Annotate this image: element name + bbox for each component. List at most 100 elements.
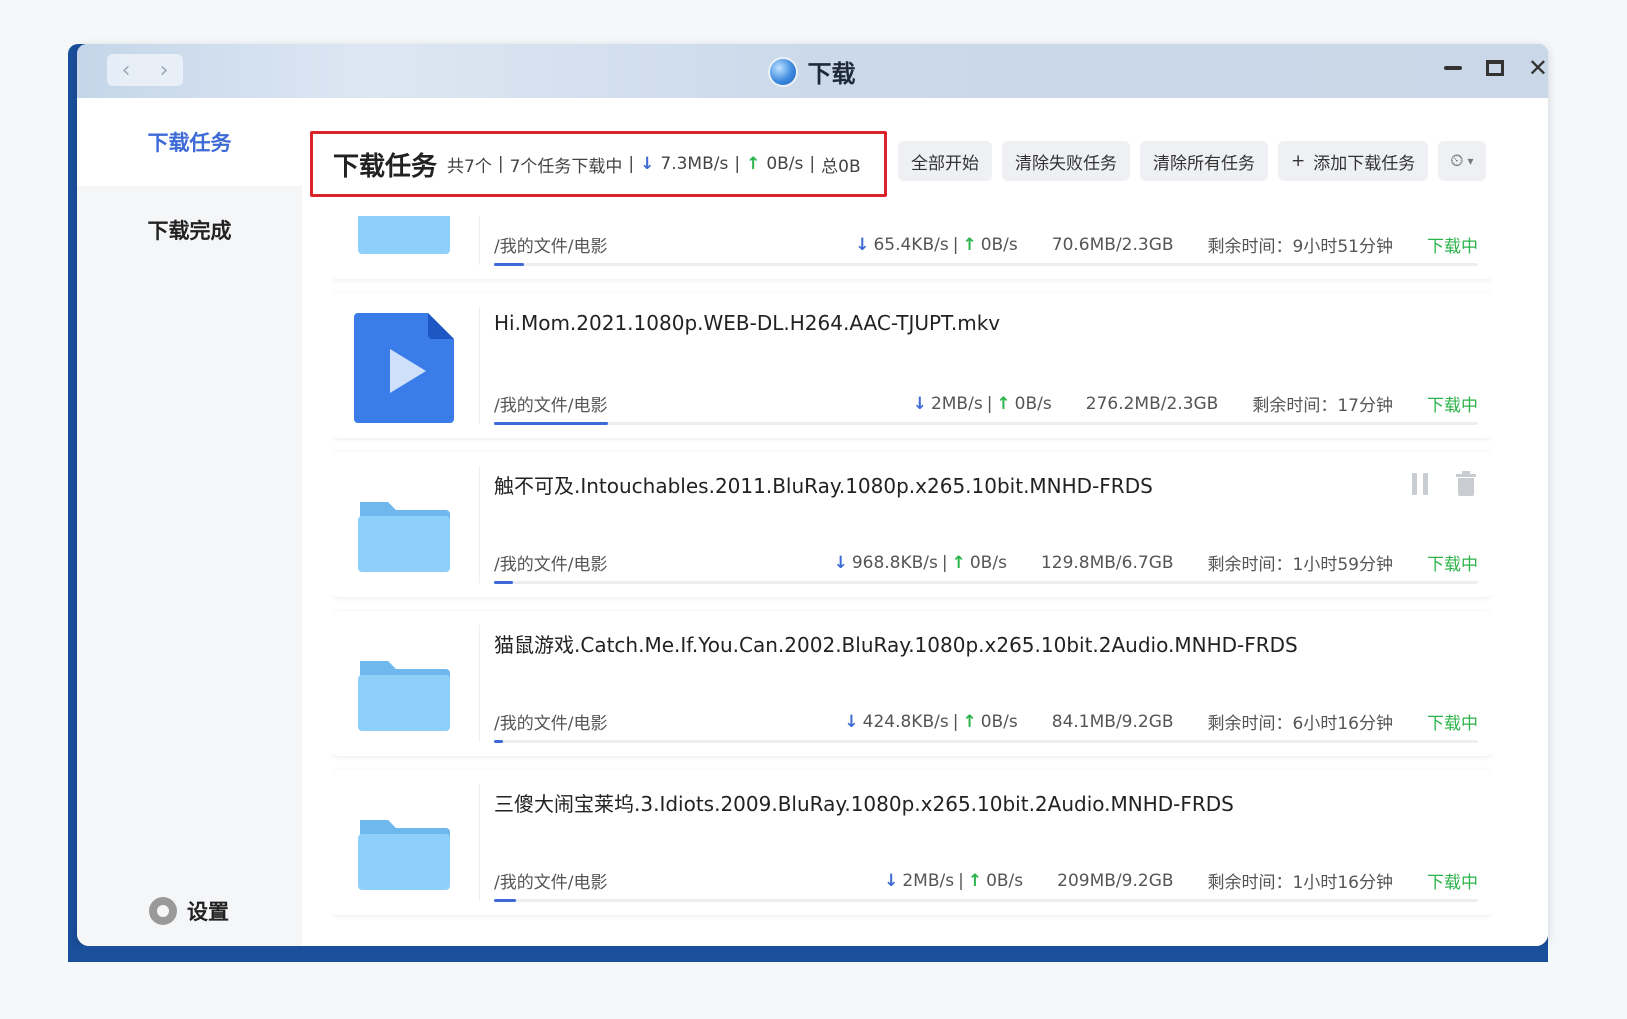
file-path: /我的文件/电影 <box>494 391 607 416</box>
up-arrow-icon: ↑ <box>962 712 976 732</box>
upload-speed: 0B/s <box>981 235 1018 255</box>
sidebar-item-label: 下载任务 <box>148 127 232 157</box>
separator: | <box>809 154 815 174</box>
up-arrow-icon: ↑ <box>968 871 982 891</box>
sidebar-item-download-tasks[interactable]: 下载任务 <box>77 98 302 186</box>
status-badge: 下载中 <box>1427 232 1478 257</box>
header-summary: 下载任务 共7个 | 7个任务下载中 | ↓7.3MB/s | ↑0B/s | … <box>310 131 887 197</box>
close-icon[interactable]: ✕ <box>1528 56 1548 80</box>
file-size: 209MB/9.2GB <box>1057 871 1173 891</box>
progress-track <box>494 740 1478 743</box>
task-item[interactable]: Hi.Mom.2021.1080p.WEB-DL.H264.AAC-TJUPT.… <box>332 293 1492 438</box>
globe-icon <box>770 59 796 85</box>
task-list: /我的文件/电影 ↓ 65.4KB/s | ↑ 0B/s 70.6MB/2.3G… <box>332 216 1492 946</box>
task-meta: ↓ 968.8KB/s | ↑ 0B/s 129.8MB/6.7GB 剩余时间：… <box>834 550 1478 575</box>
divider <box>479 625 480 742</box>
divider <box>479 216 480 265</box>
separator: | <box>953 712 959 732</box>
minimize-icon[interactable] <box>1444 66 1462 70</box>
task-meta: ↓ 424.8KB/s | ↑ 0B/s 84.1MB/9.2GB 剩余时间：6… <box>844 709 1478 734</box>
time-remaining: 剩余时间：9小时51分钟 <box>1208 232 1393 257</box>
down-arrow-icon: ↓ <box>844 712 858 732</box>
sidebar-item-download-complete[interactable]: 下载完成 <box>77 186 302 274</box>
task-speed: ↓ 2MB/s | ↑ 0B/s <box>913 394 1052 414</box>
plus-icon: + <box>1291 151 1305 171</box>
settings-label: 设置 <box>187 896 229 926</box>
upload-speed: 0B/s <box>970 553 1007 573</box>
total-down-speed: 7.3MB/s <box>660 154 728 174</box>
total-size: 总0B <box>821 152 860 177</box>
task-item[interactable]: /我的文件/电影 ↓ 65.4KB/s | ↑ 0B/s 70.6MB/2.3G… <box>332 216 1492 279</box>
taskbar-strip <box>68 946 1548 962</box>
folder-icon <box>354 790 454 900</box>
file-name: Hi.Mom.2021.1080p.WEB-DL.H264.AAC-TJUPT.… <box>494 311 1000 335</box>
downloading-count: 7个任务下载中 <box>510 152 623 177</box>
time-remaining: 剩余时间：6小时16分钟 <box>1208 709 1393 734</box>
clear-failed-button[interactable]: 清除失败任务 <box>1002 141 1130 181</box>
up-arrow-icon: ↑ <box>746 154 760 174</box>
pause-icon[interactable] <box>1412 473 1428 495</box>
file-size: 276.2MB/2.3GB <box>1086 394 1219 414</box>
chevron-down-icon: ▾ <box>1468 154 1474 168</box>
upload-speed: 0B/s <box>986 871 1023 891</box>
up-arrow-icon: ↑ <box>996 394 1010 414</box>
task-speed: ↓ 968.8KB/s | ↑ 0B/s <box>834 553 1007 573</box>
total-up-speed: 0B/s <box>766 154 803 174</box>
total-count: 共7个 <box>447 152 492 177</box>
add-task-label: 添加下载任务 <box>1313 149 1415 174</box>
up-arrow-icon: ↑ <box>962 235 976 255</box>
schedule-dropdown[interactable]: ⏲ ▾ <box>1438 141 1485 181</box>
time-remaining: 剩余时间：1小时59分钟 <box>1208 550 1393 575</box>
maximize-icon[interactable] <box>1486 60 1504 76</box>
down-arrow-icon: ↓ <box>855 235 869 255</box>
folder-icon <box>354 472 454 582</box>
separator: | <box>942 553 948 573</box>
divider <box>479 466 480 583</box>
file-size: 84.1MB/9.2GB <box>1052 712 1174 732</box>
task-item[interactable]: 触不可及.Intouchables.2011.BluRay.1080p.x265… <box>332 452 1492 597</box>
download-speed: 2MB/s <box>931 394 983 414</box>
task-speed: ↓ 2MB/s | ↑ 0B/s <box>884 871 1023 891</box>
window-controls: ✕ <box>1444 56 1548 80</box>
folder-icon <box>354 216 454 264</box>
status-badge: 下载中 <box>1427 709 1478 734</box>
start-all-button[interactable]: 全部开始 <box>898 141 992 181</box>
status-badge: 下载中 <box>1427 868 1478 893</box>
upload-speed: 0B/s <box>981 712 1018 732</box>
progress-fill <box>494 740 503 743</box>
progress-fill <box>494 263 524 266</box>
status-badge: 下载中 <box>1427 550 1478 575</box>
sidebar: 下载任务 下载完成 设置 <box>77 98 302 946</box>
file-path: /我的文件/电影 <box>494 550 607 575</box>
separator: | <box>953 235 959 255</box>
task-meta: ↓ 65.4KB/s | ↑ 0B/s 70.6MB/2.3GB 剩余时间：9小… <box>855 232 1478 257</box>
gear-icon <box>149 897 177 925</box>
download-speed: 65.4KB/s <box>873 235 948 255</box>
trash-icon[interactable] <box>1456 472 1476 496</box>
down-arrow-icon: ↓ <box>834 553 848 573</box>
file-name: 三傻大闹宝莱坞.3.Idiots.2009.BluRay.1080p.x265.… <box>494 788 1234 817</box>
time-remaining: 剩余时间：17分钟 <box>1252 391 1393 416</box>
divider <box>479 784 480 901</box>
progress-track <box>494 581 1478 584</box>
page-title: 下载任务 <box>333 146 437 183</box>
clear-all-button[interactable]: 清除所有任务 <box>1140 141 1268 181</box>
folder-icon <box>354 631 454 741</box>
file-path: /我的文件/电影 <box>494 709 607 734</box>
down-arrow-icon: ↓ <box>913 394 927 414</box>
header-stats: 共7个 | 7个任务下载中 | ↓7.3MB/s | ↑0B/s | 总0B <box>447 152 861 177</box>
task-item[interactable]: 三傻大闹宝莱坞.3.Idiots.2009.BluRay.1080p.x265.… <box>332 770 1492 915</box>
task-meta: ↓ 2MB/s | ↑ 0B/s 276.2MB/2.3GB 剩余时间：17分钟… <box>913 391 1478 416</box>
upload-speed: 0B/s <box>1015 394 1052 414</box>
download-speed: 424.8KB/s <box>863 712 949 732</box>
file-name: 触不可及.Intouchables.2011.BluRay.1080p.x265… <box>494 470 1153 499</box>
task-speed: ↓ 424.8KB/s | ↑ 0B/s <box>844 712 1017 732</box>
settings-button[interactable]: 设置 <box>149 896 229 926</box>
add-task-button[interactable]: + 添加下载任务 <box>1278 141 1428 181</box>
time-remaining: 剩余时间：1小时16分钟 <box>1208 868 1393 893</box>
file-size: 129.8MB/6.7GB <box>1041 553 1174 573</box>
task-item[interactable]: 猫鼠游戏.Catch.Me.If.You.Can.2002.BluRay.108… <box>332 611 1492 756</box>
window-title: 下载 <box>808 54 856 89</box>
progress-track <box>494 422 1478 425</box>
progress-fill <box>494 581 513 584</box>
